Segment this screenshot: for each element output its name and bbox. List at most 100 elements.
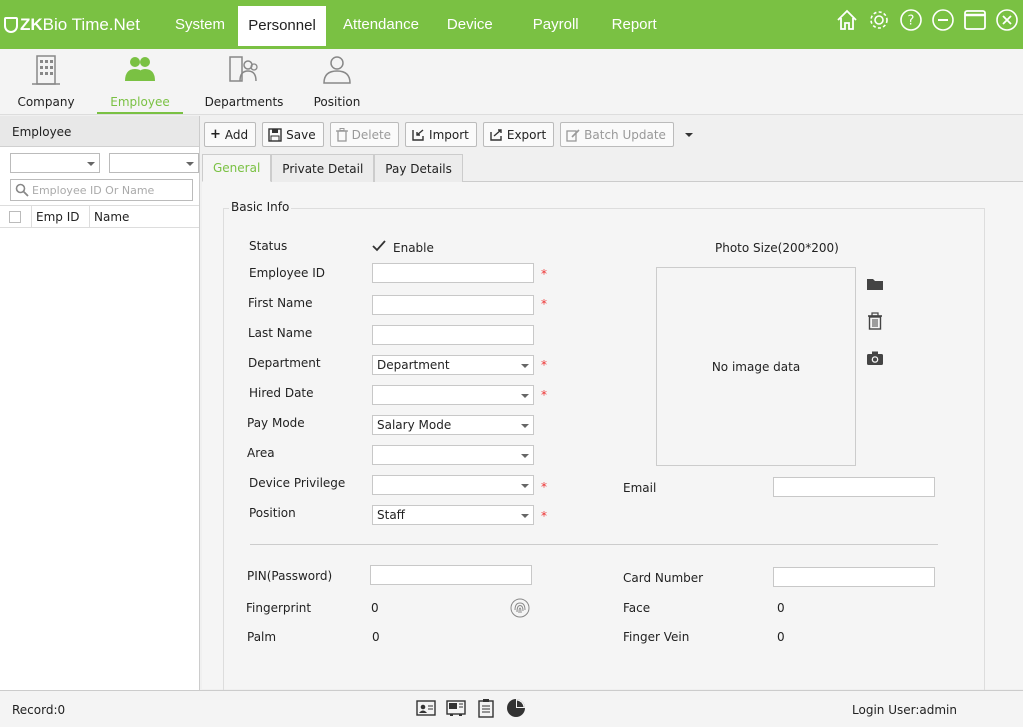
filter-select-1[interactable] (10, 153, 100, 173)
id-card-icon[interactable] (416, 698, 436, 718)
import-icon (412, 128, 424, 141)
first-name-input[interactable] (372, 295, 534, 315)
subnav-position-label: Position (313, 95, 361, 109)
department-select[interactable]: Department (372, 355, 534, 375)
photo-preview[interactable]: No image data (656, 267, 856, 466)
edit-icon (566, 128, 580, 142)
email-input[interactable] (773, 477, 935, 497)
photo-size-label: Photo Size(200*200) (715, 241, 839, 255)
column-name[interactable]: Name (90, 205, 129, 228)
no-image-text: No image data (711, 359, 801, 374)
select-all-checkbox[interactable] (9, 210, 21, 223)
pay-mode-select[interactable]: Salary Mode (372, 415, 534, 435)
required-mark: * (541, 388, 547, 402)
gear-icon[interactable] (867, 8, 891, 32)
fingerprint-count: 0 (371, 601, 379, 615)
app-logo: ZK Bio Time.Net (0, 0, 162, 49)
pin-input[interactable] (370, 565, 532, 585)
device-icon[interactable] (446, 698, 466, 718)
import-label: Import (429, 127, 469, 142)
section-divider (250, 544, 938, 545)
delete-button[interactable]: Delete (329, 122, 400, 147)
required-mark: * (541, 297, 547, 311)
finger-vein-count: 0 (777, 630, 785, 644)
employee-icon (125, 57, 155, 81)
device-privilege-select[interactable] (372, 475, 534, 495)
hired-date-picker[interactable] (372, 385, 534, 405)
subnav-position[interactable]: Position (313, 49, 361, 114)
camera-icon[interactable] (866, 349, 884, 367)
subnav-departments[interactable]: Departments (205, 49, 283, 114)
required-mark: * (541, 358, 547, 372)
help-icon[interactable]: ? (899, 8, 923, 32)
position-value: Staff (377, 508, 405, 522)
filter-select-2[interactable] (109, 153, 199, 173)
nav-report[interactable]: Report (599, 5, 670, 45)
company-icon (32, 55, 60, 85)
window-controls: ? (835, 8, 1019, 32)
home-icon[interactable] (835, 8, 859, 32)
last-name-label: Last Name (248, 326, 313, 340)
minimize-icon[interactable] (931, 8, 955, 32)
more-dropdown-button[interactable] (680, 122, 696, 147)
chevron-down-icon (521, 424, 529, 428)
login-user: Login User:admin (852, 703, 957, 717)
svg-text:?: ? (908, 14, 915, 29)
add-label: Add (224, 127, 249, 142)
tab-private-detail[interactable]: Private Detail (271, 154, 375, 182)
brand-prefix: ZK (20, 14, 43, 34)
area-select[interactable] (372, 445, 534, 465)
shield-icon (4, 16, 18, 33)
export-icon (490, 128, 502, 141)
record-count: Record:0 (12, 703, 66, 717)
nav-device[interactable]: Device (436, 5, 516, 45)
nav-attendance[interactable]: Attendance (326, 5, 436, 45)
subnav-employee[interactable]: Employee (97, 49, 183, 114)
employee-search-input[interactable]: Employee ID Or Name (10, 179, 193, 201)
save-button[interactable]: Save (262, 122, 324, 147)
save-icon (268, 127, 282, 142)
card-number-input[interactable] (773, 567, 935, 587)
batch-update-button[interactable]: Batch Update (560, 122, 674, 147)
subnav-company[interactable]: Company (17, 49, 75, 114)
clipboard-icon[interactable] (476, 698, 496, 718)
import-button[interactable]: Import (405, 122, 477, 147)
last-name-input[interactable] (372, 325, 534, 345)
area-label: Area (247, 446, 275, 460)
trash-icon (335, 127, 348, 142)
top-bar: ZK Bio Time.Net System Personnel Attendan… (0, 0, 1023, 49)
fingerprint-icon[interactable] (510, 598, 530, 618)
panel-title: Employee (0, 116, 199, 147)
maximize-icon[interactable] (963, 8, 987, 32)
search-placeholder: Employee ID Or Name (32, 183, 155, 197)
enable-label: Enable (393, 241, 434, 255)
nav-payroll[interactable]: Payroll (516, 5, 599, 45)
position-select[interactable]: Staff (372, 505, 534, 525)
position-label: Position (249, 506, 296, 520)
pay-mode-value: Salary Mode (377, 418, 452, 432)
add-button[interactable]: + Add (204, 122, 257, 147)
search-icon (15, 183, 29, 197)
tab-pay-details[interactable]: Pay Details (374, 154, 463, 182)
trash-icon[interactable] (866, 312, 884, 330)
export-button[interactable]: Export (482, 122, 555, 147)
column-emp-id[interactable]: Emp ID (31, 205, 90, 228)
employee-id-input[interactable] (372, 263, 534, 283)
enable-checkbox[interactable] (372, 239, 386, 253)
position-icon (323, 56, 351, 84)
employee-list-panel: Employee Employee ID Or Name Emp ID Name (0, 116, 200, 690)
chevron-down-icon (521, 394, 529, 398)
nav-personnel[interactable]: Personnel (238, 5, 327, 46)
chevron-down-icon (521, 484, 529, 488)
employee-form: Basic Info Status Enable Employee ID * F… (202, 182, 1023, 698)
finger-vein-label: Finger Vein (623, 630, 690, 644)
department-label: Department (248, 356, 321, 370)
palm-label: Palm (247, 630, 277, 644)
nav-system[interactable]: System (162, 5, 238, 45)
fingerprint-label: Fingerprint (246, 601, 312, 615)
tab-general[interactable]: General (202, 154, 272, 182)
folder-icon[interactable] (866, 275, 884, 293)
close-icon[interactable] (995, 8, 1019, 32)
pin-label: PIN(Password) (247, 569, 333, 583)
pie-chart-icon[interactable] (506, 698, 526, 718)
